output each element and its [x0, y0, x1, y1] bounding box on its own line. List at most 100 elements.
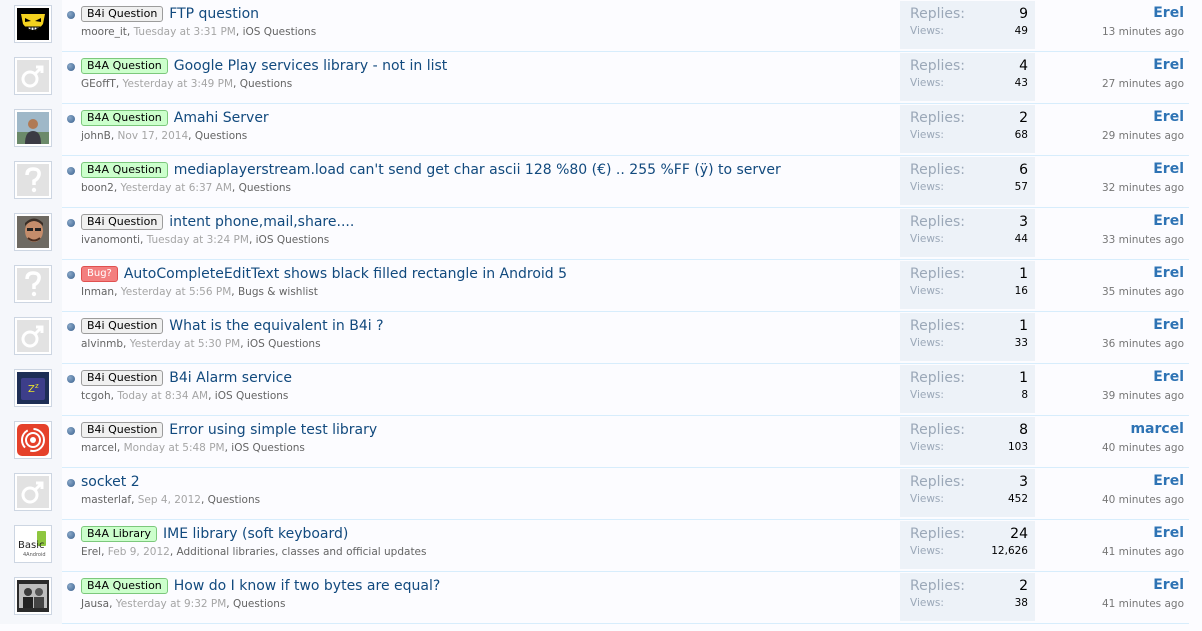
thread-title-link[interactable]: Error using simple test library	[169, 420, 377, 440]
last-post-time[interactable]: 40 minutes ago	[1102, 442, 1184, 454]
thread-author[interactable]: boon2	[81, 182, 114, 194]
thread-prefix-badge[interactable]: B4A Question	[81, 162, 168, 178]
thread-prefix-badge[interactable]: B4i Question	[81, 318, 164, 334]
last-post-time[interactable]: 33 minutes ago	[1102, 234, 1184, 246]
thread-author[interactable]: tcgoh	[81, 390, 111, 402]
thread-title-link[interactable]: socket 2	[81, 472, 140, 492]
thread-author[interactable]: Erel	[81, 546, 101, 558]
avatar-basic4android-logo[interactable]: Basic 4Android	[14, 525, 52, 563]
thread-title-link[interactable]: What is the equivalent in B4i ?	[169, 316, 383, 336]
thread-title-link[interactable]: intent phone,mail,share....	[169, 212, 354, 232]
last-post-time[interactable]: 27 minutes ago	[1102, 78, 1184, 90]
meta-separator: ,	[114, 286, 121, 298]
thread-author[interactable]: johnB	[81, 130, 111, 142]
thread-prefix-badge[interactable]: B4i Question	[81, 422, 164, 438]
thread-forum[interactable]: iOS Questions	[247, 338, 321, 350]
thread-author[interactable]: masterlaf	[81, 494, 131, 506]
last-post-time[interactable]: 41 minutes ago	[1102, 598, 1184, 610]
last-post-user[interactable]: Erel	[1153, 213, 1184, 229]
last-post-user[interactable]: Erel	[1153, 5, 1184, 21]
last-post-time[interactable]: 36 minutes ago	[1102, 338, 1184, 350]
thread-author[interactable]: ivanomonti	[81, 234, 140, 246]
thread-forum[interactable]: Questions	[195, 130, 247, 142]
last-post-time[interactable]: 32 minutes ago	[1102, 182, 1184, 194]
thread-title-link[interactable]: Amahi Server	[174, 108, 269, 128]
thread-author[interactable]: Jausa	[81, 598, 109, 610]
thread-author[interactable]: Inman	[81, 286, 114, 298]
thread-forum[interactable]: iOS Questions	[256, 234, 330, 246]
thread-date[interactable]: Monday at 5:48 PM	[124, 442, 225, 454]
thread-date[interactable]: Feb 9, 2012	[108, 546, 170, 558]
thread-forum[interactable]: iOS Questions	[243, 26, 317, 38]
thread-forum[interactable]: Questions	[233, 598, 285, 610]
last-post-user[interactable]: Erel	[1153, 577, 1184, 593]
last-post-user[interactable]: Erel	[1153, 57, 1184, 73]
thread-title-link[interactable]: mediaplayerstream.load can't send get ch…	[174, 160, 781, 180]
thread-prefix-badge[interactable]: B4A Question	[81, 58, 168, 74]
thread-title-link[interactable]: Google Play services library - not in li…	[174, 56, 448, 76]
avatar-photo-face[interactable]	[14, 213, 52, 251]
thread-forum[interactable]: Additional libraries, classes and offici…	[177, 546, 427, 558]
avatar-default-male[interactable]	[14, 473, 52, 511]
avatar-default-male[interactable]	[14, 57, 52, 95]
last-post-user[interactable]: Erel	[1153, 473, 1184, 489]
thread-date[interactable]: Yesterday at 6:37 AM	[121, 182, 232, 194]
last-post-time[interactable]: 41 minutes ago	[1102, 546, 1184, 558]
avatar-photo-person[interactable]	[14, 109, 52, 147]
avatar-default-male[interactable]	[14, 317, 52, 355]
last-post-time[interactable]: 40 minutes ago	[1102, 494, 1184, 506]
last-post-user[interactable]: marcel	[1130, 421, 1184, 437]
last-post-time[interactable]: 35 minutes ago	[1102, 286, 1184, 298]
thread-main: B4i Question FTP question moore_it, Tuesd…	[66, 0, 896, 52]
last-post-time[interactable]: 13 minutes ago	[1102, 26, 1184, 38]
thread-title-link[interactable]: How do I know if two bytes are equal?	[174, 576, 441, 596]
thread-forum[interactable]: Questions	[240, 78, 292, 90]
thread-title-link[interactable]: IME library (soft keyboard)	[163, 524, 348, 544]
last-post-user[interactable]: Erel	[1153, 265, 1184, 281]
last-post-time[interactable]: 39 minutes ago	[1102, 390, 1184, 402]
thread-author[interactable]: alvinmb	[81, 338, 123, 350]
last-post-user[interactable]: Erel	[1153, 525, 1184, 541]
avatar-red-signal[interactable]	[14, 421, 52, 459]
thread-date[interactable]: Tuesday at 3:31 PM	[134, 26, 236, 38]
thread-prefix-badge[interactable]: B4A Question	[81, 110, 168, 126]
avatar-default-unknown[interactable]	[14, 265, 52, 303]
thread-date[interactable]: Nov 17, 2014	[118, 130, 189, 142]
thread-forum[interactable]: iOS Questions	[215, 390, 289, 402]
thread-date[interactable]: Today at 8:34 AM	[117, 390, 208, 402]
thread-prefix-badge[interactable]: B4i Question	[81, 214, 164, 230]
last-post: Erel 40 minutes ago	[1040, 468, 1185, 520]
thread-forum[interactable]: iOS Questions	[231, 442, 305, 454]
thread-date[interactable]: Yesterday at 5:56 PM	[121, 286, 232, 298]
thread-forum[interactable]: Bugs & wishlist	[238, 286, 318, 298]
avatar-default-unknown[interactable]	[14, 161, 52, 199]
thread-title-link[interactable]: FTP question	[169, 4, 259, 24]
thread-author[interactable]: marcel	[81, 442, 117, 454]
thread-prefix-badge[interactable]: B4i Question	[81, 6, 164, 22]
last-post-user[interactable]: Erel	[1153, 109, 1184, 125]
thread-author[interactable]: GEoffT	[81, 78, 116, 90]
thread-date[interactable]: Yesterday at 3:49 PM	[123, 78, 234, 90]
thread-forum[interactable]: Questions	[239, 182, 291, 194]
thread-date[interactable]: Yesterday at 9:32 PM	[116, 598, 227, 610]
thread-prefix-badge[interactable]: B4A Question	[81, 578, 168, 594]
avatar-photo-group[interactable]	[14, 577, 52, 615]
last-post-user[interactable]: Erel	[1153, 161, 1184, 177]
thread-date[interactable]: Tuesday at 3:24 PM	[147, 234, 249, 246]
last-post-time[interactable]: 29 minutes ago	[1102, 130, 1184, 142]
thread-prefix-badge[interactable]: Bug?	[81, 266, 118, 282]
thread-prefix-badge[interactable]: B4A Library	[81, 526, 158, 542]
avatar-cartoon-face[interactable]	[14, 5, 52, 43]
meta-separator: ,	[248, 234, 256, 246]
last-post-user[interactable]: Erel	[1153, 317, 1184, 333]
thread-date[interactable]: Yesterday at 5:30 PM	[130, 338, 241, 350]
thread-title-link[interactable]: B4i Alarm service	[169, 368, 292, 388]
thread-date[interactable]: Sep 4, 2012	[138, 494, 201, 506]
thread-prefix-badge[interactable]: B4i Question	[81, 370, 164, 386]
replies-count: 4	[1019, 58, 1028, 74]
thread-author[interactable]: moore_it	[81, 26, 127, 38]
thread-forum[interactable]: Questions	[208, 494, 260, 506]
thread-title-link[interactable]: AutoCompleteEditText shows black filled …	[124, 264, 567, 284]
last-post-user[interactable]: Erel	[1153, 369, 1184, 385]
avatar-sleep-icon[interactable]: Zz	[14, 369, 52, 407]
